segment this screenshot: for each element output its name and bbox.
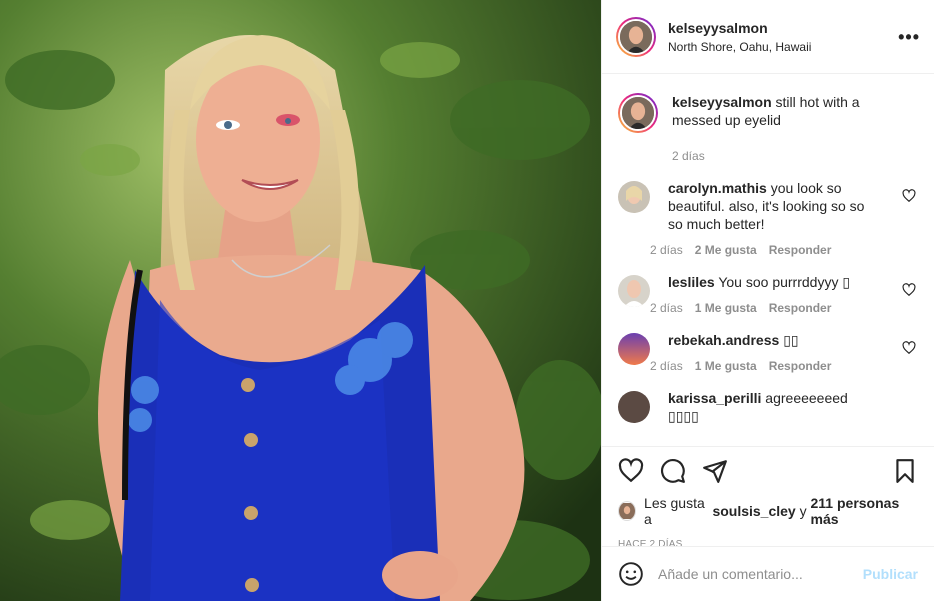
comment-likes[interactable]: 1 Me gusta xyxy=(695,301,757,315)
comment-item: karissa_perilli agreeeeeeed ▯▯▯▯ xyxy=(618,389,918,425)
comment-username[interactable]: lesliles xyxy=(668,274,715,290)
liker-avatar[interactable] xyxy=(618,501,637,521)
author-username[interactable]: kelseyysalmon xyxy=(668,20,811,36)
comment-likes[interactable]: 1 Me gusta xyxy=(695,359,757,373)
save-bookmark-icon[interactable] xyxy=(892,458,918,484)
emoji-smile-icon[interactable] xyxy=(618,561,644,587)
reply-button[interactable]: Responder xyxy=(769,359,832,373)
comment-username[interactable]: carolyn.mathis xyxy=(668,180,767,196)
comment-text: You soo purrrddyyy ▯ xyxy=(718,274,851,290)
likes-summary: Les gusta a soulsis_cley y 211 personas … xyxy=(618,495,918,527)
likes-conj: y xyxy=(799,503,807,519)
likes-count[interactable]: 211 personas más xyxy=(811,495,919,527)
comment-bubble-icon[interactable] xyxy=(660,458,686,484)
like-comment-heart-icon[interactable] xyxy=(902,341,916,355)
caption-username[interactable]: kelseyysalmon xyxy=(672,94,772,110)
like-comment-heart-icon[interactable] xyxy=(902,283,916,297)
like-heart-icon[interactable] xyxy=(618,458,644,484)
post-header: kelseyysalmon North Shore, Oahu, Hawaii … xyxy=(602,0,934,74)
comment-item: carolyn.mathis you look so beautiful. al… xyxy=(618,179,918,257)
post-photo-image xyxy=(0,0,601,601)
comment-item: rebekah.andress ▯▯ 2 días 1 Me gusta Res… xyxy=(618,331,918,373)
comment-username[interactable]: rebekah.andress xyxy=(668,332,779,348)
post-location[interactable]: North Shore, Oahu, Hawaii xyxy=(668,40,811,54)
comment-likes[interactable]: 2 Me gusta xyxy=(695,243,757,257)
more-options-icon[interactable]: ••• xyxy=(898,27,920,48)
comment-text: ▯▯ xyxy=(783,332,799,348)
comment-time[interactable]: 2 días xyxy=(650,359,683,373)
commenter-avatar[interactable] xyxy=(618,181,650,213)
author-avatar[interactable] xyxy=(616,16,656,57)
reply-button[interactable]: Responder xyxy=(769,243,832,257)
liker-username[interactable]: soulsis_cley xyxy=(712,503,795,519)
comment-time[interactable]: 2 días xyxy=(650,301,683,315)
comment-username[interactable]: karissa_perilli xyxy=(668,390,761,406)
comment-input[interactable] xyxy=(658,566,863,582)
comment-item: lesliles You soo purrrddyyy ▯ 2 días 1 M… xyxy=(618,273,918,315)
comment-time[interactable]: 2 días xyxy=(650,243,683,257)
share-plane-icon[interactable] xyxy=(702,458,728,484)
commenter-avatar[interactable] xyxy=(618,333,650,365)
commenter-avatar[interactable] xyxy=(618,275,650,307)
post-caption: kelseyysalmon still hot with a messed up… xyxy=(618,93,918,133)
post-actions: Les gusta a soulsis_cley y 211 personas … xyxy=(602,446,934,550)
caption-avatar[interactable] xyxy=(618,93,658,133)
commenter-avatar[interactable] xyxy=(618,391,650,423)
reply-button[interactable]: Responder xyxy=(769,301,832,315)
post-details-panel: kelseyysalmon North Shore, Oahu, Hawaii … xyxy=(601,0,934,601)
caption-time[interactable]: 2 días xyxy=(672,149,918,163)
add-comment-bar: Publicar xyxy=(602,546,934,601)
like-comment-heart-icon[interactable] xyxy=(902,189,916,203)
publish-button[interactable]: Publicar xyxy=(863,566,918,582)
likes-prefix: Les gusta a xyxy=(644,495,705,527)
post-photo[interactable] xyxy=(0,0,601,601)
comments-list[interactable]: kelseyysalmon still hot with a messed up… xyxy=(602,75,934,445)
